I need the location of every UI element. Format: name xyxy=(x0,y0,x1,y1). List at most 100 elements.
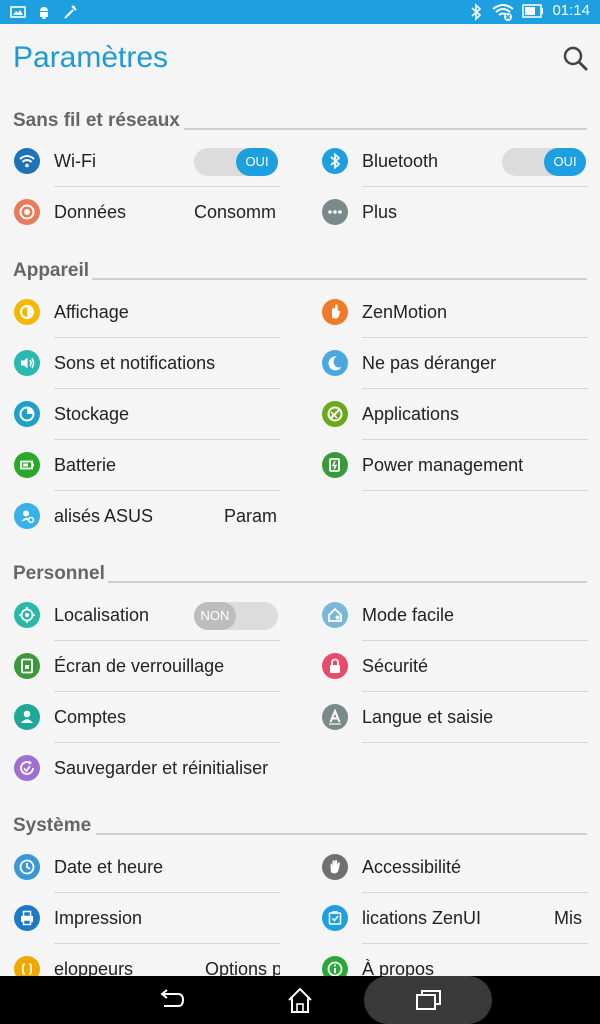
clock-icon xyxy=(14,854,40,880)
android-debug-icon xyxy=(36,4,52,20)
settings-list[interactable]: Sans fil et réseaux Wi-Fi OUI Bluetooth … xyxy=(0,100,600,976)
settings-item-about[interactable]: À propos xyxy=(308,944,588,976)
settings-item-more[interactable]: Plus xyxy=(308,187,588,238)
settings-item-label: Applications xyxy=(362,404,460,424)
location-toggle[interactable]: NON xyxy=(194,602,278,630)
settings-item-location[interactable]: Localisation NON xyxy=(0,590,280,641)
section-divider xyxy=(108,581,587,583)
settings-item-datetime[interactable]: Date et heure xyxy=(0,842,280,893)
settings-item-label: Sons et notifications xyxy=(54,353,216,373)
settings-item-zenmotion[interactable]: ZenMotion xyxy=(308,287,588,338)
image-notification-icon xyxy=(10,4,26,20)
settings-item-label: Accessibilité xyxy=(362,857,462,877)
settings-item-label: Batterie xyxy=(54,455,117,475)
settings-item-label: alisés ASUS xyxy=(54,506,154,526)
section-personal: Personnel xyxy=(0,557,600,587)
settings-item-developer[interactable]: eloppeurs Options p xyxy=(0,944,280,976)
power-management-icon xyxy=(322,452,348,478)
settings-item-label: Localisation xyxy=(54,605,150,625)
settings-item-battery[interactable]: Batterie xyxy=(0,440,280,491)
recent-apps-icon xyxy=(416,990,441,1010)
settings-item-lockscreen[interactable]: Écran de verrouillage xyxy=(0,641,280,692)
zenui-update-icon xyxy=(322,905,348,931)
toggle-state: NON xyxy=(194,602,236,630)
settings-item-label: Impression xyxy=(54,908,143,928)
search-button[interactable] xyxy=(560,43,592,75)
settings-item-label: Affichage xyxy=(54,302,129,322)
clock: 01:14 xyxy=(552,2,590,19)
speaker-icon xyxy=(14,350,40,376)
gesture-hand-icon xyxy=(322,299,348,325)
settings-item-language[interactable]: Langue et saisie xyxy=(308,692,588,743)
settings-item-label: Langue et saisie xyxy=(362,707,494,727)
settings-item-accounts[interactable]: Comptes xyxy=(0,692,280,743)
settings-item-storage[interactable]: Stockage xyxy=(0,389,280,440)
settings-item-dnd[interactable]: Ne pas déranger xyxy=(308,338,588,389)
settings-item-label: Sauvegarder et réinitialiser xyxy=(54,758,269,778)
settings-item-sublabel: Param xyxy=(224,506,278,526)
settings-item-label: Données xyxy=(54,202,127,222)
lock-icon xyxy=(322,653,348,679)
settings-item-bluetooth[interactable]: Bluetooth OUI xyxy=(308,136,588,187)
more-icon xyxy=(322,199,348,225)
settings-item-sublabel: Options p xyxy=(205,959,280,976)
settings-item-asus[interactable]: alisés ASUS Param xyxy=(0,491,280,542)
settings-item-display[interactable]: Affichage xyxy=(0,287,280,338)
settings-item-label: Écran de verrouillage xyxy=(54,656,225,676)
section-device: Appareil xyxy=(0,254,600,284)
settings-item-security[interactable]: Sécurité xyxy=(308,641,588,692)
location-icon xyxy=(14,602,40,628)
settings-item-label: Power management xyxy=(362,455,524,475)
settings-item-easy-mode[interactable]: Mode facile xyxy=(308,590,588,641)
settings-item-label: Plus xyxy=(362,202,398,222)
navigation-bar xyxy=(0,976,600,1024)
settings-item-label: eloppeurs xyxy=(54,959,134,976)
settings-item-wifi[interactable]: Wi-Fi OUI xyxy=(0,136,280,187)
language-icon xyxy=(322,704,348,730)
battery-status-icon xyxy=(522,3,544,19)
account-icon xyxy=(14,704,40,730)
settings-item-label: Comptes xyxy=(54,707,127,727)
settings-item-backup[interactable]: Sauvegarder et réinitialiser xyxy=(0,743,280,794)
settings-item-accessibility[interactable]: Accessibilité xyxy=(308,842,588,893)
settings-item-sounds[interactable]: Sons et notifications xyxy=(0,338,280,389)
settings-item-label: Wi-Fi xyxy=(54,151,96,171)
asus-custom-icon xyxy=(14,503,40,529)
brightness-icon xyxy=(14,299,40,325)
bluetooth-toggle[interactable]: OUI xyxy=(502,148,586,176)
printer-icon xyxy=(14,905,40,931)
wifi-toggle[interactable]: OUI xyxy=(194,148,278,176)
backup-restore-icon xyxy=(14,755,40,781)
status-bar: 01:14 xyxy=(0,0,600,24)
bluetooth-icon xyxy=(322,148,348,174)
settings-item-printing[interactable]: Impression xyxy=(0,893,280,944)
settings-item-label: lications ZenUI xyxy=(362,908,482,928)
page-title: Paramètres xyxy=(13,41,169,74)
settings-item-label: Bluetooth xyxy=(362,151,439,171)
section-divider xyxy=(184,128,587,130)
settings-item-power[interactable]: Power management xyxy=(308,440,588,491)
home-button[interactable] xyxy=(280,982,320,1018)
lockscreen-icon xyxy=(14,653,40,679)
settings-item-label: ZenMotion xyxy=(362,302,448,322)
system-status-icons: 01:14 xyxy=(468,2,590,21)
section-system: Système xyxy=(0,809,600,839)
settings-item-apps[interactable]: Applications xyxy=(308,389,588,440)
wifi-status-icon xyxy=(492,3,515,21)
tools-icon xyxy=(62,4,78,20)
back-button[interactable] xyxy=(152,982,192,1018)
toggle-state: OUI xyxy=(544,148,586,176)
section-title: Sans fil et réseaux xyxy=(13,110,186,132)
section-title: Personnel xyxy=(13,563,111,585)
moon-icon xyxy=(322,350,348,376)
settings-item-zenui[interactable]: lications ZenUI Mis xyxy=(308,893,588,944)
settings-item-label: À propos xyxy=(362,959,435,976)
section-title: Système xyxy=(13,815,98,837)
settings-item-label: Stockage xyxy=(54,404,130,424)
settings-item-sublabel: Consomm xyxy=(194,202,276,222)
settings-item-data[interactable]: Données Consomm xyxy=(0,187,280,238)
toggle-state: OUI xyxy=(236,148,278,176)
settings-item-sublabel: Mis xyxy=(554,908,582,928)
recent-apps-button[interactable] xyxy=(408,982,448,1018)
notification-icons xyxy=(10,4,78,20)
